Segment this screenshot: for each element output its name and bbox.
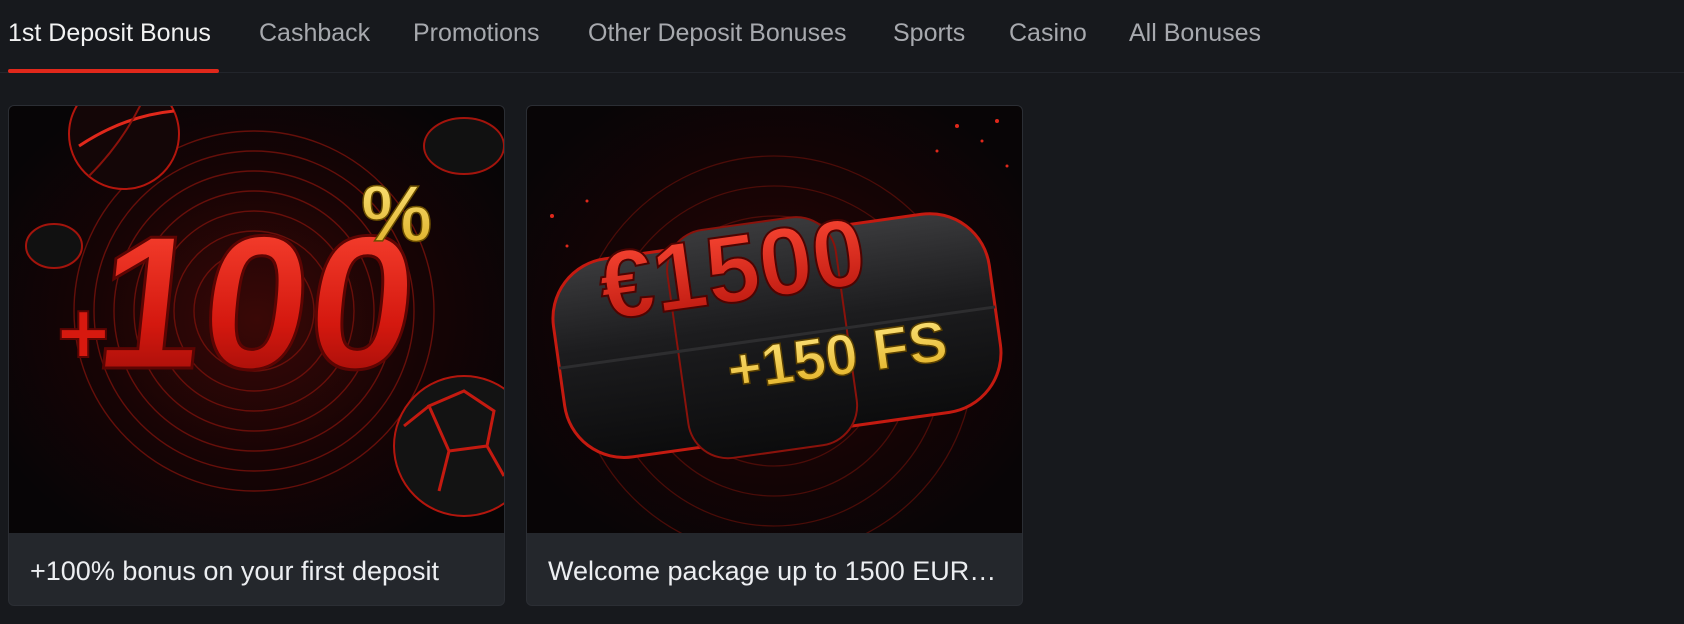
tab-label: All Bonuses (1129, 19, 1262, 47)
tab-casino[interactable]: Casino (1009, 0, 1087, 73)
tab-promotions[interactable]: Promotions (413, 0, 539, 73)
welcome-package-artwork: €1500 +150 FS (527, 106, 1022, 533)
tab-label: Casino (1009, 19, 1087, 47)
tab-all-bonuses[interactable]: All Bonuses (1129, 0, 1261, 73)
bonus-card-caption: Welcome package up to 1500 EUR … (548, 556, 1003, 586)
tab-label: Promotions (413, 19, 540, 47)
tab-label: Cashback (259, 19, 371, 47)
percent-text: % (361, 169, 432, 258)
bonus-card-first-deposit[interactable]: + 100 % +100% bonus on your first deposi… (8, 105, 505, 606)
tab-label: Sports (893, 19, 966, 47)
tab-other-deposit-bonuses[interactable]: Other Deposit Bonuses (588, 0, 846, 73)
bonus-card-image: €1500 +150 FS (527, 106, 1022, 533)
bonus-card-welcome-package[interactable]: €1500 +150 FS Welcome package up to 1500… (526, 105, 1023, 606)
bonus-card-caption: +100% bonus on your first deposit (30, 556, 440, 586)
bonus-card-image: + 100 % (9, 106, 504, 533)
tab-label: 1st Deposit Bonus (8, 19, 211, 47)
bonus-100-percent-artwork: + 100 % (9, 106, 504, 533)
tab-1st-deposit-bonus[interactable]: 1st Deposit Bonus (8, 0, 219, 73)
tab-label: Other Deposit Bonuses (588, 19, 847, 47)
tab-cashback[interactable]: Cashback (259, 0, 370, 73)
tab-sports[interactable]: Sports (893, 0, 965, 73)
bonus-category-tabs: 1st Deposit Bonus Cashback Promotions Ot… (0, 0, 1684, 73)
